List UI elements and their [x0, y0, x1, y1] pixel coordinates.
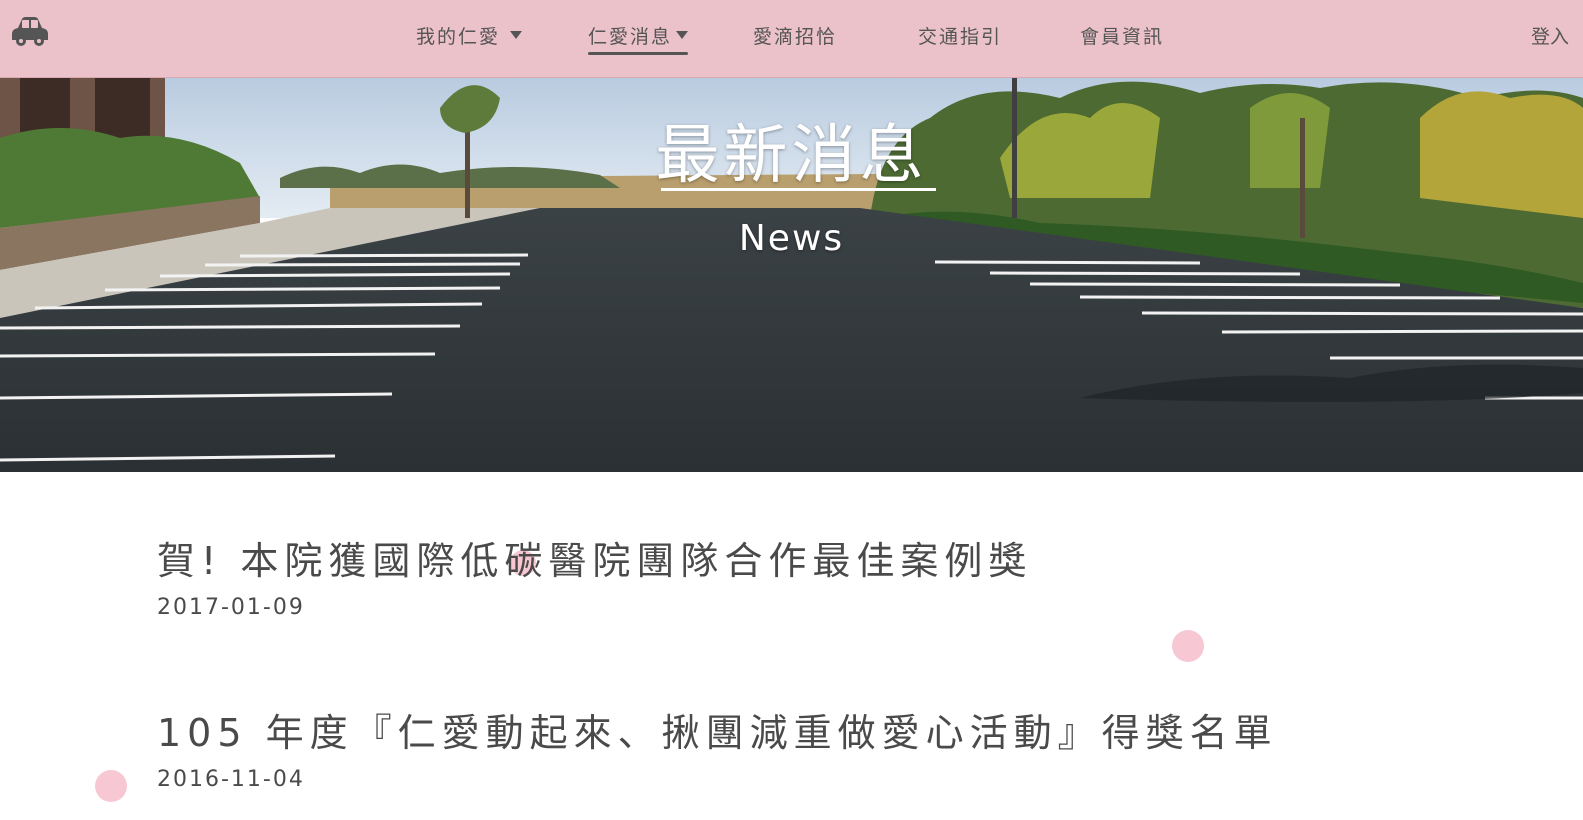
decorative-dot — [95, 770, 127, 802]
nav-item-recruit[interactable]: 愛滴招恰 — [753, 20, 837, 50]
nav-item-my-renai[interactable]: 我的仁愛 — [416, 20, 523, 50]
login-link[interactable]: 登入 — [1531, 20, 1569, 50]
top-navbar: 我的仁愛 仁愛消息 愛滴招恰 交通指引 會員資訊 登入 — [0, 0, 1583, 78]
news-list: 賀! 本院獲國際低碳醫院團隊合作最佳案例獎 2017-01-09 105 年度『… — [0, 472, 1583, 820]
hero-subtitle: News — [738, 218, 845, 259]
news-title[interactable]: 105 年度『仁愛動起來、揪團減重做愛心活動』得獎名單 — [157, 702, 1278, 757]
nav-item-label: 仁愛消息 — [588, 25, 673, 48]
news-item[interactable]: 105 年度『仁愛動起來、揪團減重做愛心活動』得獎名單 2016-11-04 — [157, 702, 1278, 792]
nav-item-label: 會員資訊 — [1080, 25, 1165, 48]
news-title[interactable]: 賀! 本院獲國際低碳醫院團隊合作最佳案例獎 — [157, 530, 1032, 585]
nav-item-member[interactable]: 會員資訊 — [1080, 20, 1164, 50]
nav-item-label: 我的仁愛 — [416, 25, 501, 48]
news-date: 2016-11-04 — [157, 767, 305, 792]
car-icon[interactable] — [10, 14, 50, 48]
nav-item-news[interactable]: 仁愛消息 — [588, 20, 689, 55]
caret-down-icon — [676, 31, 689, 39]
news-date: 2017-01-09 — [157, 595, 305, 620]
hero-banner: 最新消息 News — [0, 78, 1583, 472]
nav-item-label: 愛滴招恰 — [753, 25, 838, 48]
news-item[interactable]: 賀! 本院獲國際低碳醫院團隊合作最佳案例獎 2017-01-09 — [157, 530, 1032, 620]
nav-item-traffic[interactable]: 交通指引 — [918, 20, 1002, 50]
caret-down-icon — [510, 31, 523, 39]
nav-item-label: 交通指引 — [918, 25, 1003, 48]
hero-title: 最新消息 — [655, 119, 928, 193]
decorative-dot — [1172, 630, 1204, 662]
hero-divider — [661, 188, 936, 191]
